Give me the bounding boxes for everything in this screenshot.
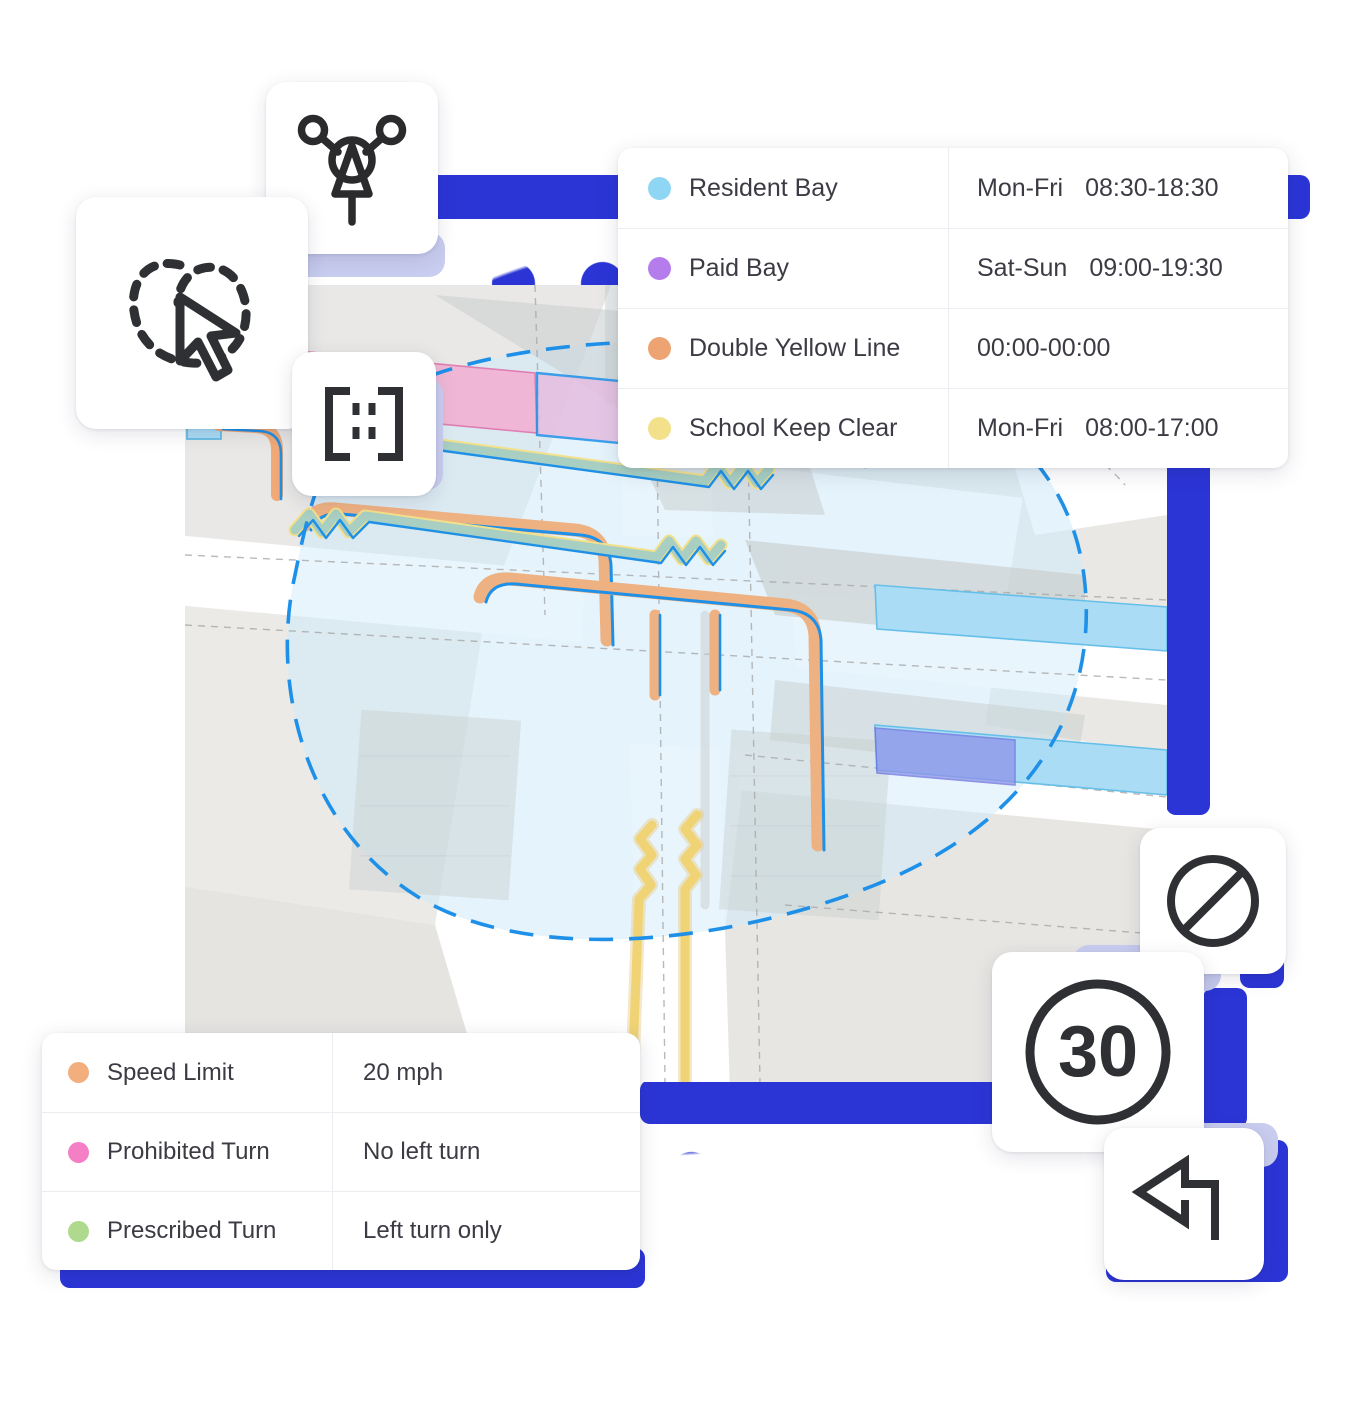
color-swatch-icon xyxy=(648,417,671,440)
tool-tile-lane-marking[interactable] xyxy=(292,352,436,496)
color-swatch-icon xyxy=(68,1141,89,1163)
legend-label-cell: Prescribed Turn xyxy=(42,1191,332,1270)
table-row[interactable]: Resident Bay Mon-Fri 08:30-18:30 xyxy=(618,148,1288,228)
legend-time-text: 08:00-17:00 xyxy=(1085,414,1219,442)
legend-label-text: Resident Bay xyxy=(689,173,838,202)
table-row[interactable]: School Keep Clear Mon-Fri 08:00-17:00 xyxy=(618,388,1288,468)
legend-label-cell: Prohibited Turn xyxy=(42,1112,332,1191)
legend-days-text: Mon-Fri xyxy=(977,414,1064,442)
table-row[interactable]: Prescribed Turn Left turn only xyxy=(42,1191,640,1270)
legend-days-text: Sat-Sun xyxy=(977,254,1068,282)
legend-label-text: Speed Limit xyxy=(107,1058,234,1086)
legend-days-text: Mon-Fri xyxy=(977,173,1064,202)
tool-tile-speed-limit[interactable]: 30 xyxy=(992,952,1204,1152)
speed-limit-30-icon: 30 xyxy=(1025,979,1171,1125)
table-row[interactable]: Prohibited Turn No left turn xyxy=(42,1112,640,1191)
legend-time-text: 09:00-19:30 xyxy=(1089,254,1223,282)
speed-limit-value: 30 xyxy=(1058,1012,1138,1092)
legend-label-cell: Double Yellow Line xyxy=(618,308,948,388)
lane-marking-icon xyxy=(325,387,403,461)
color-swatch-icon xyxy=(648,176,671,200)
color-swatch-icon xyxy=(648,337,671,360)
legend-label-cell: Paid Bay xyxy=(618,228,948,308)
tool-tile-lasso-select[interactable] xyxy=(76,197,308,429)
table-row[interactable]: Speed Limit 20 mph xyxy=(42,1033,640,1112)
legend-time-text: 08:30-18:30 xyxy=(1085,173,1219,202)
legend-value-cell: Left turn only xyxy=(332,1191,640,1270)
legend-value-cell: Mon-Fri 08:00-17:00 xyxy=(948,388,1288,468)
tool-tile-turn-left[interactable] xyxy=(1104,1128,1264,1280)
legend-label-cell: Resident Bay xyxy=(618,148,948,228)
illustration-stage: Resident Bay Mon-Fri 08:30-18:30 Paid Ba… xyxy=(0,0,1356,1418)
turn-left-arrow-icon xyxy=(1131,1154,1219,1240)
legend-label-text: Double Yellow Line xyxy=(689,334,901,362)
parking-legend-panel[interactable]: Resident Bay Mon-Fri 08:30-18:30 Paid Ba… xyxy=(618,148,1288,468)
junction-node-icon xyxy=(297,114,407,226)
traffic-rule-legend-panel[interactable]: Speed Limit 20 mph Prohibited Turn No le… xyxy=(42,1033,640,1270)
color-swatch-icon xyxy=(648,257,671,280)
table-row[interactable]: Double Yellow Line 00:00-00:00 xyxy=(618,308,1288,388)
legend-label-text: Prescribed Turn xyxy=(107,1217,277,1244)
legend-value-cell: Sat-Sun 09:00-19:30 xyxy=(948,228,1288,308)
legend-time-text: 00:00-00:00 xyxy=(977,334,1111,362)
legend-label-text: School Keep Clear xyxy=(689,414,898,442)
legend-label-cell: School Keep Clear xyxy=(618,388,948,468)
table-row[interactable]: Paid Bay Sat-Sun 09:00-19:30 xyxy=(618,228,1288,308)
legend-label-text: Paid Bay xyxy=(689,254,790,282)
legend-value-cell: 00:00-00:00 xyxy=(948,308,1288,388)
blue-accent-frame-speed xyxy=(1203,988,1247,1128)
legend-value-cell: No left turn xyxy=(332,1112,640,1191)
legend-label-cell: Speed Limit xyxy=(42,1033,332,1112)
color-swatch-icon xyxy=(68,1062,89,1083)
color-swatch-icon xyxy=(68,1220,89,1242)
lasso-select-icon xyxy=(128,259,251,382)
legend-label-text: Prohibited Turn xyxy=(107,1138,270,1165)
legend-value-cell: Mon-Fri 08:30-18:30 xyxy=(948,148,1288,228)
legend-value-cell: 20 mph xyxy=(332,1033,640,1112)
no-entry-icon xyxy=(1167,855,1259,947)
